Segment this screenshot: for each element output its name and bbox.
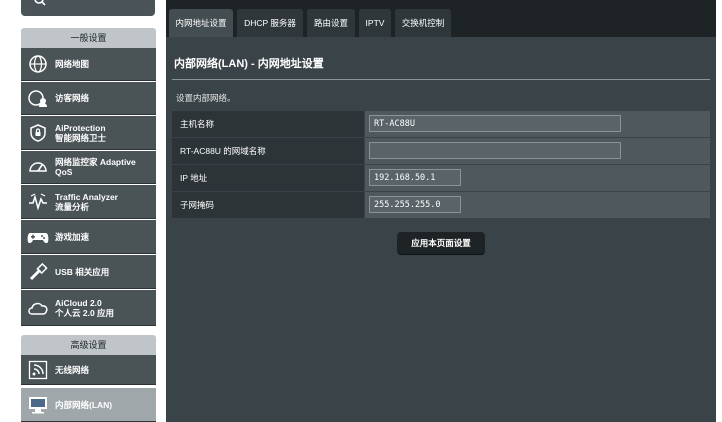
form-row-subnet-mask: 子网掩码: [172, 192, 710, 219]
sidebar-item-label: Traffic Analyzer 流量分析: [55, 191, 118, 212]
hostname-input[interactable]: [369, 115, 621, 132]
sidebar-item-label: 游戏加速: [55, 231, 90, 242]
page-title: 内部网络(LAN) - 内网地址设置: [174, 58, 324, 70]
sidebar-item-label: 内部网络(LAN): [55, 399, 113, 410]
form-row-ip-address: IP 地址: [172, 165, 710, 192]
tab-dhcp-server[interactable]: DHCP 服务器: [237, 9, 303, 37]
network-map-icon: [27, 53, 49, 75]
game-boost-icon: [27, 226, 49, 248]
sidebar-item-aicloud[interactable]: AiCloud 2.0 个人云 2.0 应用: [21, 290, 156, 326]
sidebar-item-label: 网络监控家 Adaptive QoS: [55, 157, 136, 177]
adaptive-qos-icon: [27, 156, 49, 178]
sidebar: 一般设置 网络地图 访客网络 AiProtection 智能网络卫士 网络监控家…: [0, 0, 166, 422]
wireless-icon: [27, 359, 49, 381]
main-panel: 内网地址设置 DHCP 服务器 路由设置 IPTV 交换机控制 内部网络(LAN…: [166, 0, 716, 422]
sidebar-item-usb[interactable]: USB 相关应用: [21, 255, 156, 289]
domain-name-cell: [365, 138, 710, 164]
guest-network-icon: [27, 87, 49, 109]
sidebar-item-wireless[interactable]: 无线网络: [21, 355, 156, 385]
sidebar-top-stub: [21, 0, 155, 16]
page-description: 设置内部网络。: [176, 93, 236, 103]
hostname-cell: [365, 111, 710, 137]
sidebar-item-aiprotection[interactable]: AiProtection 智能网络卫士: [21, 116, 156, 150]
aiprotection-icon: [27, 122, 49, 144]
tab-lan-ip[interactable]: 内网地址设置: [169, 9, 233, 37]
tab-bar: 内网地址设置 DHCP 服务器 路由设置 IPTV 交换机控制: [166, 0, 716, 37]
tab-route[interactable]: 路由设置: [307, 9, 355, 37]
sidebar-item-adaptive-qos[interactable]: 网络监控家 Adaptive QoS: [21, 151, 156, 184]
title-divider: [172, 79, 710, 80]
sidebar-item-label: 无线网络: [55, 364, 90, 375]
hostname-label: 主机名称: [172, 111, 364, 137]
tab-iptv[interactable]: IPTV: [359, 9, 391, 37]
sidebar-item-network-map[interactable]: 网络地图: [21, 48, 156, 81]
ip-address-label: IP 地址: [172, 165, 364, 191]
sidebar-item-label: 网络地图: [55, 59, 90, 69]
tab-switch-control[interactable]: 交换机控制: [395, 9, 451, 37]
sidebar-item-label: 访客网络: [55, 93, 90, 103]
sidebar-item-traffic-analyzer[interactable]: Traffic Analyzer 流量分析: [21, 185, 156, 219]
advanced-settings-header: 高级设置: [21, 335, 156, 355]
subnet-mask-label: 子网掩码: [172, 192, 364, 218]
ip-address-cell: [365, 165, 710, 191]
sidebar-item-label: AiCloud 2.0 个人云 2.0 应用: [55, 297, 115, 318]
sidebar-item-label: USB 相关应用: [55, 266, 110, 277]
sidebar-item-game-boost[interactable]: 游戏加速: [21, 220, 156, 254]
traffic-analyzer-icon: [27, 191, 49, 213]
form-row-hostname: 主机名称: [172, 111, 710, 138]
domain-name-label: RT-AC88U 的网域名称: [172, 138, 364, 164]
sidebar-item-guest-network[interactable]: 访客网络: [21, 82, 156, 115]
form-row-domain-name: RT-AC88U 的网域名称: [172, 138, 710, 165]
search-icon: [33, 0, 47, 13]
general-settings-header: 一般设置: [21, 28, 156, 48]
ip-address-input[interactable]: [369, 169, 461, 186]
subnet-mask-input[interactable]: [369, 196, 461, 213]
lan-icon: [27, 394, 49, 416]
sidebar-item-lan[interactable]: 内部网络(LAN): [21, 388, 156, 422]
domain-name-input[interactable]: [369, 142, 621, 159]
sidebar-item-label: AiProtection 智能网络卫士: [55, 122, 107, 143]
usb-icon: [27, 261, 49, 283]
apply-button[interactable]: 应用本页面设置: [397, 232, 485, 254]
subnet-mask-cell: [365, 192, 710, 218]
aicloud-icon: [27, 297, 49, 319]
